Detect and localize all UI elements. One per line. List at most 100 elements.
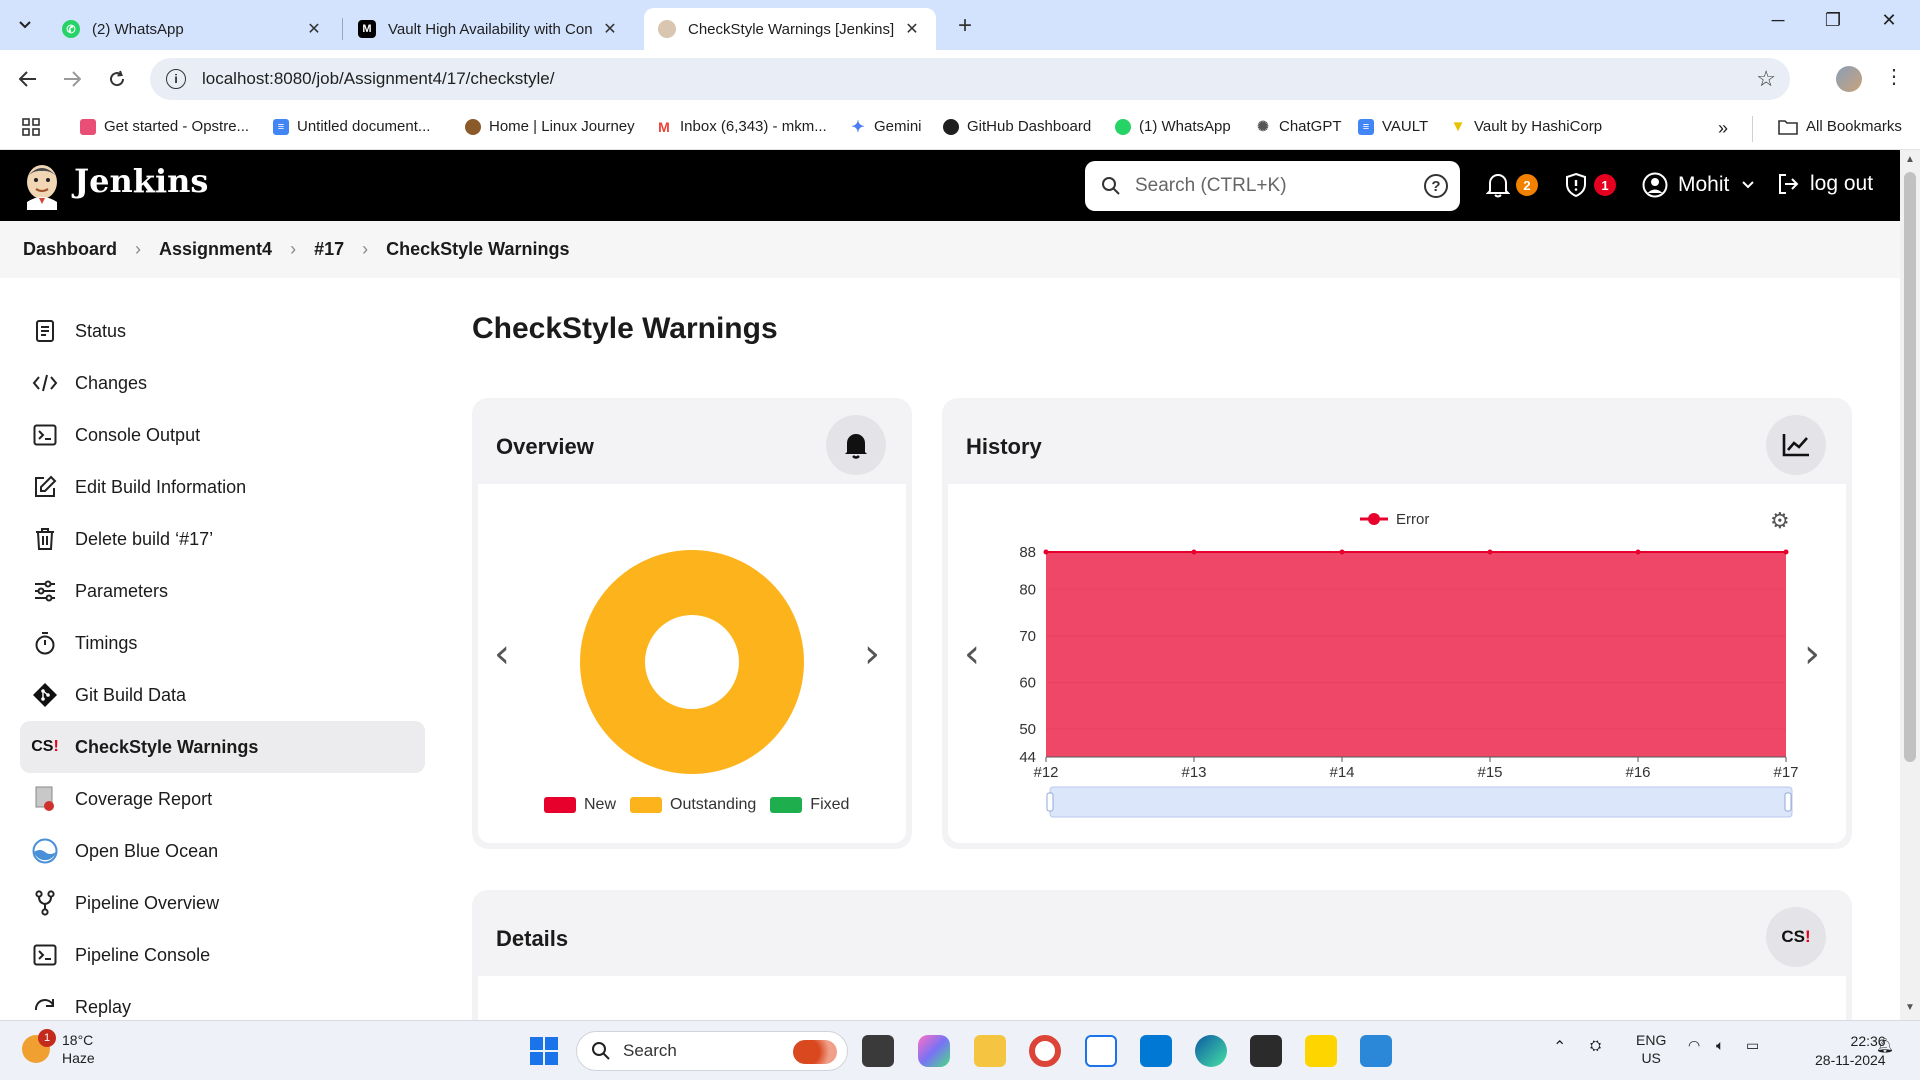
restore-button[interactable]: ❐	[1818, 10, 1848, 31]
sidebar-item-console-output[interactable]: Console Output	[20, 409, 425, 461]
sidebar-item-git-build-data[interactable]: Git Build Data	[20, 669, 425, 721]
copilot-icon[interactable]	[918, 1035, 950, 1067]
help-icon[interactable]: ?	[1424, 174, 1448, 198]
sidebar-item-coverage-report[interactable]: Coverage Report	[20, 773, 425, 825]
battery-icon[interactable]: ▭	[1746, 1037, 1759, 1054]
data-point[interactable]	[1339, 549, 1345, 555]
tray-overflow-icon[interactable]: ⌃	[1553, 1037, 1566, 1057]
zoom-slider[interactable]	[1049, 786, 1793, 818]
all-bookmarks-button[interactable]: All Bookmarks	[1778, 118, 1902, 135]
back-button[interactable]	[13, 64, 43, 94]
more-bookmarks-button[interactable]: »	[1718, 118, 1728, 139]
donut-slice-outstanding[interactable]	[580, 550, 804, 774]
terminal-app-icon[interactable]	[1250, 1035, 1282, 1067]
edge-icon[interactable]	[1195, 1035, 1227, 1067]
chrome-icon[interactable]	[1029, 1035, 1061, 1067]
overview-bell-button[interactable]	[826, 415, 886, 475]
close-icon[interactable]: ✕	[600, 19, 620, 39]
jenkins-brand[interactable]: Jenkins	[74, 162, 208, 200]
zoom-handle[interactable]	[1784, 792, 1792, 812]
notifications-button[interactable]: 2	[1486, 172, 1538, 198]
bookmark-whatsapp[interactable]: (1) WhatsApp	[1115, 118, 1231, 135]
details-checkstyle-button[interactable]: CS!	[1766, 907, 1826, 967]
bookmark-star-icon[interactable]: ☆	[1756, 66, 1776, 92]
notification-bell-icon[interactable]: 🔔︎	[1876, 1037, 1894, 1054]
network-settings-icon[interactable]: ⛭	[1590, 1037, 1601, 1054]
task-view-button[interactable]	[862, 1035, 894, 1067]
legend-item-fixed[interactable]: Fixed	[770, 796, 849, 814]
reload-button[interactable]	[102, 64, 132, 94]
file-explorer-icon[interactable]	[974, 1035, 1006, 1067]
breadcrumb-current[interactable]: CheckStyle Warnings	[386, 239, 569, 260]
volume-icon[interactable]: 🔈︎	[1716, 1037, 1724, 1054]
window-close-button[interactable]: ✕	[1874, 10, 1904, 31]
new-tab-button[interactable]: +	[950, 12, 980, 40]
bookmark-gmail[interactable]: M Inbox (6,343) - mkm...	[656, 118, 827, 135]
search-input[interactable]	[1135, 175, 1405, 197]
history-chart-button[interactable]	[1766, 415, 1826, 475]
sticky-notes-icon[interactable]	[1305, 1035, 1337, 1067]
tab-vault-medium[interactable]: M Vault High Availability with Con ✕	[344, 8, 634, 50]
sidebar-item-changes[interactable]: Changes	[20, 357, 425, 409]
wifi-icon[interactable]: ◠	[1688, 1037, 1700, 1054]
sidebar-item-open-blue-ocean[interactable]: Open Blue Ocean	[20, 825, 425, 877]
scroll-up-icon[interactable]: ▲	[1905, 154, 1915, 165]
data-point[interactable]	[1783, 549, 1789, 555]
data-point[interactable]	[1487, 549, 1493, 555]
taskbar-clock[interactable]: 22:36 28-11-2024	[1815, 1032, 1886, 1070]
logout-button[interactable]: log out	[1776, 172, 1873, 196]
jenkins-search[interactable]: ?	[1085, 161, 1460, 211]
data-point[interactable]	[1635, 549, 1641, 555]
legend-item-error[interactable]: Error	[1360, 511, 1429, 528]
language-indicator[interactable]: ENG US	[1636, 1031, 1666, 1067]
site-info-icon[interactable]: i	[166, 69, 186, 89]
sidebar-item-status[interactable]: Status	[20, 305, 425, 357]
close-icon[interactable]: ✕	[902, 19, 922, 39]
browser-profile-avatar[interactable]	[1836, 66, 1862, 92]
bookmark-gemini[interactable]: ✦ Gemini	[850, 118, 922, 136]
minimize-button[interactable]: ─	[1763, 10, 1793, 31]
breadcrumb-build[interactable]: #17	[314, 239, 344, 260]
breadcrumb-dashboard[interactable]: Dashboard	[23, 239, 117, 260]
tab-search-button[interactable]	[10, 10, 40, 40]
sidebar-item-pipeline-overview[interactable]: Pipeline Overview	[20, 877, 425, 929]
forward-button[interactable]	[57, 64, 87, 94]
chart-settings-icon[interactable]: ⚙	[1770, 509, 1790, 534]
tab-checkstyle-jenkins[interactable]: CheckStyle Warnings [Jenkins] ✕	[644, 8, 936, 50]
bookmark-chatgpt[interactable]: ✺ ChatGPT	[1255, 118, 1342, 135]
scroll-down-icon[interactable]: ▼	[1905, 1002, 1915, 1013]
sidebar-item-checkstyle-warnings[interactable]: CS! CheckStyle Warnings	[20, 721, 425, 773]
page-scrollbar[interactable]: ▲ ▼	[1900, 150, 1920, 1020]
sidebar-item-pipeline-console[interactable]: Pipeline Console	[20, 929, 425, 981]
legend-item-new[interactable]: New	[544, 796, 616, 814]
scrollbar-thumb[interactable]	[1904, 172, 1916, 762]
close-icon[interactable]: ✕	[304, 19, 324, 39]
data-point[interactable]	[1043, 549, 1049, 555]
bookmark-linux-journey[interactable]: Home | Linux Journey	[465, 118, 635, 135]
breadcrumb-job[interactable]: Assignment4	[159, 239, 272, 260]
bookmark-vault[interactable]: ≡ VAULT	[1358, 118, 1428, 135]
vscode-icon[interactable]	[1140, 1035, 1172, 1067]
taskbar-search[interactable]: Search	[576, 1031, 848, 1071]
zoom-handle[interactable]	[1046, 792, 1054, 812]
apps-button[interactable]	[22, 118, 40, 136]
bookmark-untitled-document[interactable]: ≡ Untitled document...	[273, 118, 430, 135]
legend-item-outstanding[interactable]: Outstanding	[630, 796, 756, 814]
tab-whatsapp[interactable]: ✆ (2) WhatsApp ✕	[48, 8, 338, 50]
sidebar-item-edit-build-information[interactable]: Edit Build Information	[20, 461, 425, 513]
security-button[interactable]: 1	[1564, 172, 1616, 198]
jenkins-logo-icon[interactable]	[22, 162, 62, 210]
sidebar-item-timings[interactable]: Timings	[20, 617, 425, 669]
address-bar[interactable]: i localhost:8080/job/Assignment4/17/chec…	[150, 58, 1790, 100]
user-menu[interactable]: Mohit	[1642, 172, 1755, 198]
browser-menu-icon[interactable]: ⋮	[1884, 64, 1904, 89]
start-button[interactable]	[528, 1035, 560, 1067]
snipping-tool-icon[interactable]	[1085, 1035, 1117, 1067]
bookmark-opstree[interactable]: Get started - Opstre...	[80, 118, 249, 135]
weather-widget[interactable]: 1 18°C Haze	[22, 1029, 95, 1067]
sidebar-item-parameters[interactable]: Parameters	[20, 565, 425, 617]
notepad-icon[interactable]	[1360, 1035, 1392, 1067]
bookmark-vault-hashicorp[interactable]: ▼ Vault by HashiCorp	[1450, 118, 1602, 135]
data-point[interactable]	[1191, 549, 1197, 555]
bookmark-github[interactable]: GitHub Dashboard	[943, 118, 1091, 135]
